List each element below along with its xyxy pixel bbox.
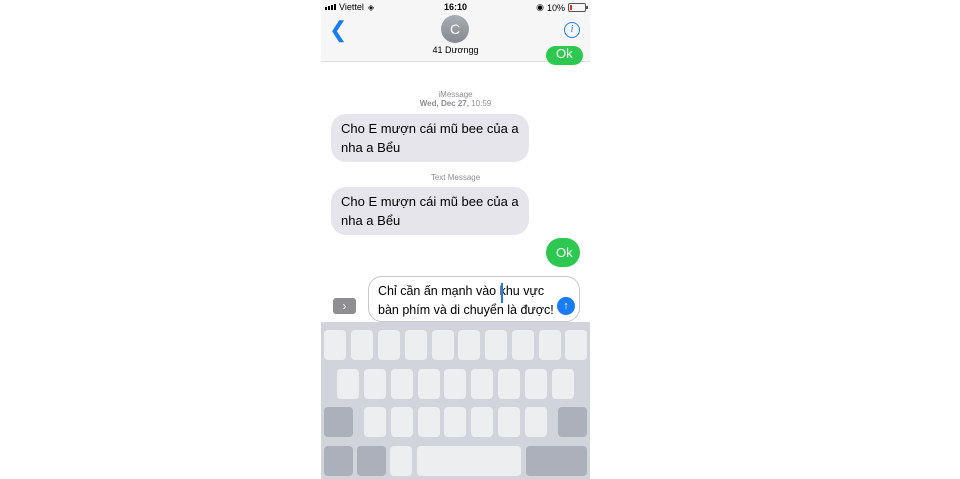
key[interactable] <box>391 407 413 437</box>
numbers-key[interactable] <box>324 446 353 476</box>
service-label: iMessage <box>438 90 473 99</box>
timestamp-time: 10:59 <box>471 99 492 108</box>
messages-screen: ❮ C 41 Dươngg i Viettel ◈ 16:10 ◉ 10% Ok… <box>321 0 590 479</box>
key[interactable] <box>444 407 466 437</box>
space-key[interactable] <box>417 446 521 476</box>
received-message[interactable]: Cho E mượn cái mũ bee của a nha a Bểu <box>331 187 529 235</box>
key[interactable] <box>444 369 466 399</box>
sent-message-text: Ok <box>556 245 573 260</box>
message-line: Cho E mượn cái mũ bee của a <box>341 194 519 209</box>
message-input[interactable]: Chỉ cần ấn mạnh vào khu vực bàn phím và … <box>368 276 580 322</box>
status-right: ◉ 10% <box>536 2 588 13</box>
received-message[interactable]: Cho E mượn cái mũ bee của a nha a Bểu <box>331 114 529 162</box>
expand-apps-button[interactable]: › <box>333 298 356 314</box>
key[interactable] <box>565 330 587 360</box>
service-label: Text Message <box>430 173 481 182</box>
keyboard-trackpad[interactable] <box>321 322 590 479</box>
sent-message-partial[interactable]: Ok <box>546 46 583 65</box>
key[interactable] <box>405 330 427 360</box>
back-chevron-icon[interactable]: ❮ <box>329 19 347 41</box>
globe-key[interactable] <box>357 446 386 476</box>
message-line: nha a Bểu <box>341 213 401 228</box>
key[interactable] <box>364 407 386 437</box>
text-cursor <box>501 283 503 303</box>
key[interactable] <box>512 330 534 360</box>
key[interactable] <box>498 407 520 437</box>
delete-key[interactable] <box>558 407 587 437</box>
key[interactable] <box>471 407 493 437</box>
key[interactable] <box>498 369 520 399</box>
message-line: nha a Bểu <box>341 140 401 155</box>
key[interactable] <box>525 407 547 437</box>
key[interactable] <box>364 369 386 399</box>
key[interactable] <box>525 369 547 399</box>
message-line: Cho E mượn cái mũ bee của a <box>341 121 519 136</box>
battery-percent: 10% <box>546 2 565 13</box>
key[interactable] <box>378 330 400 360</box>
key[interactable] <box>432 330 454 360</box>
key[interactable] <box>552 369 574 399</box>
sent-message-text: Ok <box>556 46 573 61</box>
return-key[interactable] <box>526 446 587 476</box>
orientation-lock-icon: ◉ <box>536 2 544 12</box>
key[interactable] <box>351 330 373 360</box>
key[interactable] <box>539 330 561 360</box>
arrow-up-icon: ↑ <box>563 300 569 312</box>
timestamp: Wed, Dec 27, 10:59 <box>321 99 590 108</box>
key[interactable] <box>337 369 359 399</box>
key[interactable] <box>391 369 413 399</box>
send-button[interactable]: ↑ <box>557 297 575 315</box>
key[interactable] <box>418 407 440 437</box>
key[interactable] <box>471 369 493 399</box>
avatar[interactable]: C <box>441 15 469 43</box>
key[interactable] <box>485 330 507 360</box>
key[interactable] <box>458 330 480 360</box>
battery-icon <box>568 3 588 12</box>
sent-message[interactable]: Ok <box>546 238 580 267</box>
shift-key[interactable] <box>324 407 353 437</box>
key[interactable] <box>324 330 346 360</box>
dictation-key[interactable] <box>390 446 412 476</box>
message-input-text: Chỉ cần ấn mạnh vào khu vực bàn phím và … <box>378 282 558 320</box>
chevron-right-icon: › <box>342 299 347 313</box>
input-line: Chỉ cần ấn mạnh vào khu vực <box>378 284 545 298</box>
info-icon[interactable]: i <box>564 22 580 38</box>
timestamp-date: Wed, Dec 27, <box>419 99 469 108</box>
status-bar: Viettel ◈ 16:10 ◉ 10% <box>321 0 590 14</box>
input-line: bàn phím và di chuyển là được! <box>378 303 554 317</box>
key[interactable] <box>418 369 440 399</box>
